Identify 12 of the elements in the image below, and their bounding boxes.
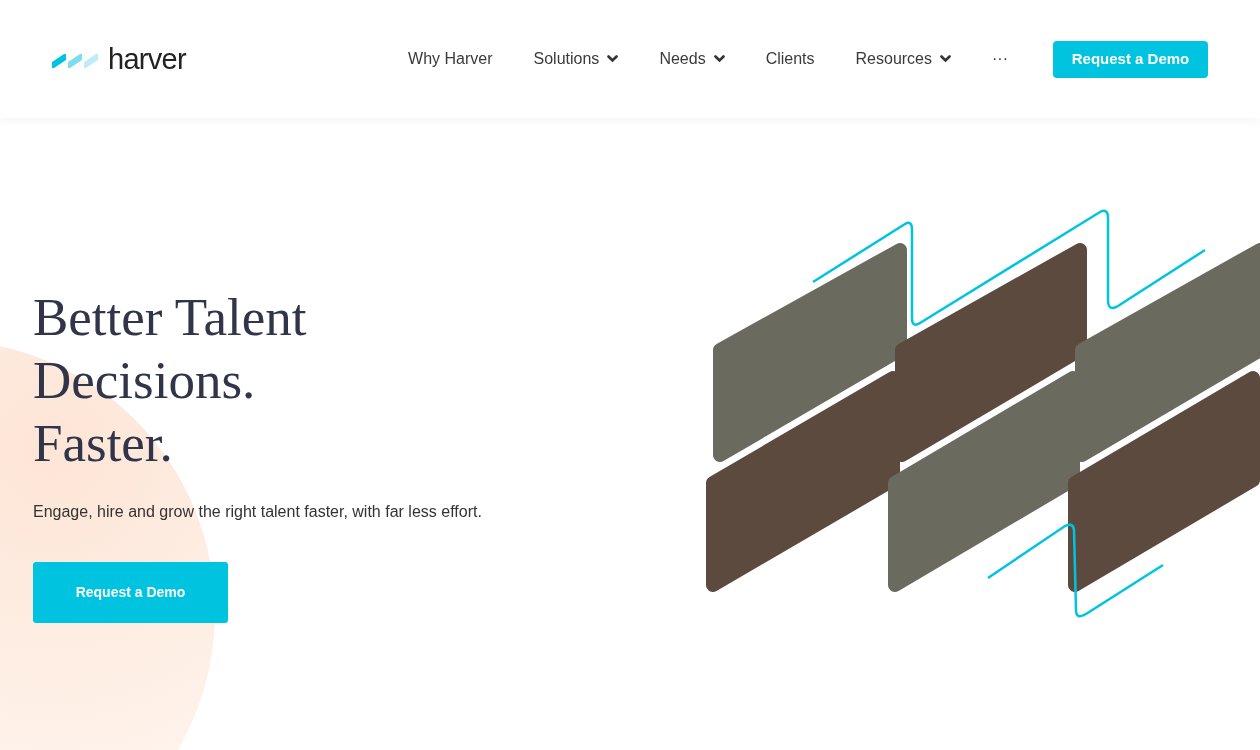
chevron-down-icon xyxy=(940,55,951,63)
nav-link[interactable]: Needs xyxy=(659,47,725,71)
chevron-down-icon xyxy=(713,55,725,63)
nav-link[interactable]: Resources xyxy=(855,47,951,71)
nav-link[interactable]: Solutions xyxy=(533,47,619,71)
nav-link[interactable]: ··· xyxy=(992,47,1008,71)
nav-link[interactable]: Clients xyxy=(765,47,815,71)
hero-subtitle: Engage, hire and grow the right talent faster, with far less effort. xyxy=(33,502,483,522)
chevron-down-icon xyxy=(607,55,619,63)
nav-link[interactable]: Why Harver xyxy=(408,47,493,71)
hero-headline: Better Talent Decisions. Faster. xyxy=(33,287,308,474)
logo-wordmark[interactable]: harver xyxy=(108,44,186,74)
